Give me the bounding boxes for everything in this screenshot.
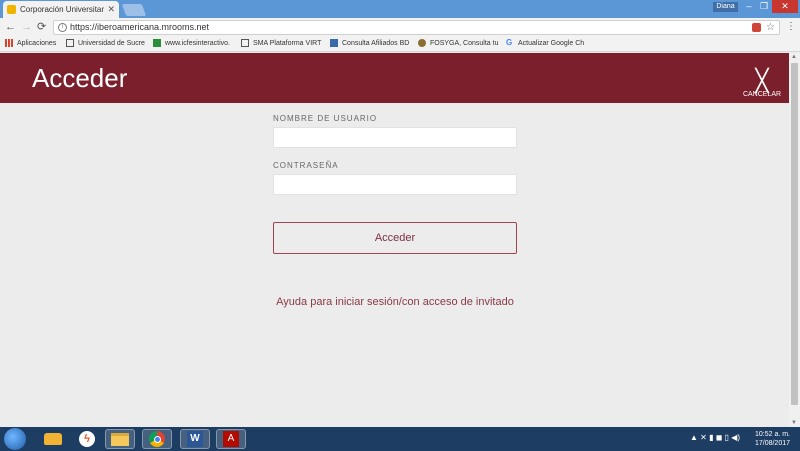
clock-date: 17/08/2017 — [754, 440, 791, 447]
login-header: Acceder ╳ CANCELAR — [0, 53, 789, 103]
bookmark-consulta-afiliados[interactable]: Consulta Afiliados BD — [330, 39, 412, 47]
page-title: Acceder — [32, 63, 128, 93]
bookmark-label: FOSYGA, Consulta tu — [430, 39, 499, 47]
bookmark-icon — [153, 39, 161, 47]
start-orb-icon[interactable] — [4, 428, 26, 450]
chrome-icon[interactable] — [142, 429, 172, 449]
google-icon: G — [506, 39, 513, 47]
taskbar-clock[interactable]: 10:52 a. m. 17/08/2017 — [750, 430, 795, 448]
extension-icon[interactable] — [752, 23, 761, 32]
browser-menu-icon[interactable]: ⋮ — [786, 21, 796, 32]
window-close-button[interactable]: ✕ — [772, 0, 798, 13]
word-icon[interactable]: W — [180, 429, 210, 449]
bookmark-fosyga[interactable]: FOSYGA, Consulta tu — [418, 39, 500, 47]
clock-time: 10:52 a. m. — [754, 431, 791, 438]
file-explorer-icon[interactable] — [105, 429, 135, 449]
password-field[interactable] — [273, 174, 517, 195]
bookmark-icon — [418, 39, 426, 47]
bookmark-label: SMA Plataforma VIRT — [253, 39, 322, 47]
page-content: Acceder ╳ CANCELAR NOMBRE DE USUARIO CON… — [0, 53, 789, 427]
bookmark-label: Actualizar Google Ch — [518, 39, 585, 47]
guest-help-link[interactable]: Ayuda para iniciar sesión/con acceso de … — [273, 296, 517, 308]
url-input[interactable]: i https://iberoamericana.mrooms.net ☆ — [53, 20, 780, 35]
cheese-icon[interactable] — [38, 429, 68, 449]
scroll-down-icon[interactable]: ▼ — [791, 420, 797, 426]
bookmarks-bar: Aplicaciones Universidad de Sucre www.ic… — [0, 37, 800, 52]
taskbar: ϟ W A ▲ ✕ ▮ ◼ ▯ ◀) 10:52 a. m. 17/08/201… — [0, 427, 800, 451]
close-icon: ╳ — [755, 68, 769, 93]
bookmark-icon — [241, 39, 249, 47]
login-button[interactable]: Acceder — [273, 222, 517, 254]
username-label: NOMBRE DE USUARIO — [273, 114, 378, 123]
scrollbar-thumb[interactable] — [791, 63, 798, 405]
new-tab-button[interactable] — [121, 4, 147, 16]
flash-icon[interactable]: ϟ — [72, 429, 102, 449]
reload-button[interactable]: ⟳ — [37, 20, 46, 34]
bookmark-icon — [66, 39, 74, 47]
maximize-button[interactable]: ❐ — [757, 0, 771, 13]
cancel-label: CANCELAR — [742, 91, 782, 98]
tab-title: Corporación Universitaria — [20, 5, 105, 14]
browser-title-bar: Corporación Universitaria ✕ Diana – ❐ ✕ — [0, 0, 800, 18]
bookmark-sma[interactable]: SMA Plataforma VIRT — [241, 39, 327, 47]
bookmark-apps[interactable]: Aplicaciones — [5, 39, 65, 47]
bookmark-icon — [330, 39, 338, 47]
scroll-up-icon[interactable]: ▲ — [791, 54, 797, 60]
site-favicon-icon — [7, 5, 16, 14]
bookmark-universidad-sucre[interactable]: Universidad de Sucre — [66, 39, 150, 47]
bookmark-star-icon[interactable]: ☆ — [766, 21, 775, 34]
back-button[interactable]: ← — [5, 20, 16, 34]
bookmark-label: www.icfesinteractivo. — [165, 39, 230, 47]
browser-tab[interactable]: Corporación Universitaria ✕ — [3, 1, 119, 18]
password-label: CONTRASEÑA — [273, 161, 339, 170]
apps-grid-icon — [5, 39, 13, 47]
profile-badge[interactable]: Diana — [713, 2, 738, 12]
bookmark-label: Consulta Afiliados BD — [342, 39, 410, 47]
bookmark-actualizar-chrome[interactable]: G Actualizar Google Ch — [506, 39, 586, 47]
bookmark-label: Aplicaciones — [17, 39, 57, 47]
url-text: https://iberoamericana.mrooms.net — [70, 22, 210, 32]
info-icon[interactable]: i — [58, 23, 67, 32]
tab-close-icon[interactable]: ✕ — [107, 4, 115, 15]
bookmark-icfes[interactable]: www.icfesinteractivo. — [153, 39, 237, 47]
username-field[interactable] — [273, 127, 517, 148]
acrobat-icon[interactable]: A — [216, 429, 246, 449]
minimize-button[interactable]: – — [742, 0, 756, 13]
address-bar-row: ← → ⟳ i https://iberoamericana.mrooms.ne… — [0, 18, 800, 37]
page-scrollbar[interactable]: ▲ ▼ — [789, 53, 800, 427]
bookmark-label: Universidad de Sucre — [78, 39, 145, 47]
system-tray[interactable]: ▲ ✕ ▮ ◼ ▯ ◀) — [690, 433, 740, 442]
forward-button[interactable]: → — [21, 20, 32, 34]
cancel-button[interactable]: ╳ CANCELAR — [740, 68, 784, 101]
